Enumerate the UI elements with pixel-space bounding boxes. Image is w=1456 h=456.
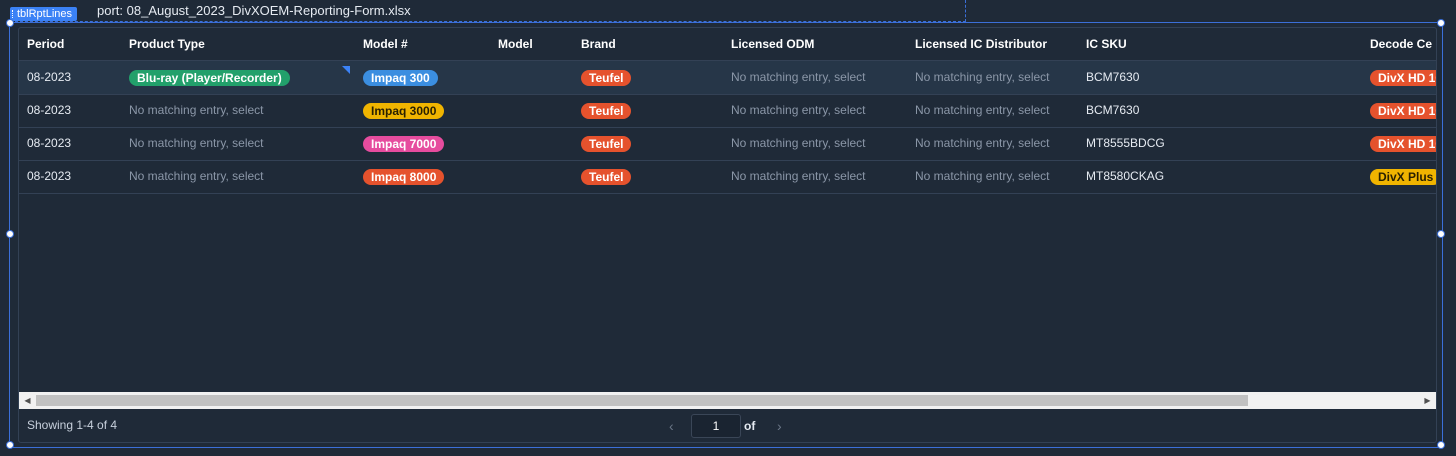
model-number-pill: Impaq 3000 — [363, 102, 445, 119]
product-type-pill: Blu-ray (Player/Recorder) — [129, 69, 290, 86]
ic-sku-cell[interactable]: MT8555BDCG — [1086, 127, 1165, 160]
brand-cell[interactable]: Teufel — [581, 160, 632, 193]
ic-sku-cell[interactable]: BCM7630 — [1086, 61, 1139, 94]
brand-cell[interactable]: Teufel — [581, 61, 632, 94]
component-tag[interactable]: tblRptLines — [10, 7, 78, 21]
resize-handle-bottom-right[interactable] — [1437, 441, 1445, 449]
resize-handle-right[interactable] — [1437, 230, 1445, 238]
model-number-cell[interactable]: Impaq 7000 — [363, 127, 445, 160]
column-header-model-number[interactable]: Model # — [363, 28, 408, 61]
licensed-ic-distributor-cell[interactable]: No matching entry, select — [915, 127, 1050, 160]
brand-pill: Teufel — [581, 135, 632, 152]
period-cell[interactable]: 08-2023 — [27, 94, 71, 127]
model-number-pill: Impaq 8000 — [363, 168, 445, 185]
decode-cert-pill: DivX HD 10 — [1370, 102, 1436, 119]
table-footer: Showing 1-4 of 4 ‹ 1 of 1 › — [19, 409, 1436, 442]
model-number-cell[interactable]: Impaq 8000 — [363, 160, 445, 193]
scroll-left-icon[interactable]: ◀ — [19, 392, 36, 409]
product-type-cell[interactable]: Blu-ray (Player/Recorder) — [129, 61, 290, 94]
column-header-decode-cert[interactable]: Decode Ce — [1370, 28, 1432, 61]
brand-cell[interactable]: Teufel — [581, 94, 632, 127]
table-viewport: Period Product Type Model # Model Brand … — [19, 28, 1436, 392]
column-header-licensed-ic-distributor[interactable]: Licensed IC Distributor — [915, 28, 1047, 61]
ic-sku-cell[interactable]: BCM7630 — [1086, 94, 1139, 127]
licensed-odm-cell[interactable]: No matching entry, select — [731, 61, 866, 94]
brand-pill: Teufel — [581, 69, 632, 86]
decode-cert-cell[interactable]: DivX HD 10 — [1370, 127, 1436, 160]
period-cell[interactable]: 08-2023 — [27, 160, 71, 193]
product-type-cell[interactable]: No matching entry, select — [129, 127, 264, 160]
model-number-pill: Impaq 7000 — [363, 135, 445, 152]
decode-cert-cell[interactable]: DivX HD 10 — [1370, 94, 1436, 127]
column-header-period[interactable]: Period — [27, 28, 64, 61]
product-type-cell[interactable]: No matching entry, select — [129, 160, 264, 193]
table-row[interactable]: 08-2023 No matching entry, select Impaq … — [19, 94, 1436, 128]
decode-cert-pill: DivX HD 10 — [1370, 135, 1436, 152]
period-cell[interactable]: 08-2023 — [27, 61, 71, 94]
table-row[interactable]: 08-2023 Blu-ray (Player/Recorder) Impaq … — [19, 61, 1436, 95]
licensed-ic-distributor-cell[interactable]: No matching entry, select — [915, 94, 1050, 127]
licensed-ic-distributor-cell[interactable]: No matching entry, select — [915, 160, 1050, 193]
brand-pill: Teufel — [581, 102, 632, 119]
column-header-brand[interactable]: Brand — [581, 28, 616, 61]
resize-handle-bottom-left[interactable] — [6, 441, 14, 449]
file-title-strip: port: 08_August_2023_DivXOEM-Reporting-F… — [10, 0, 966, 22]
column-header-ic-sku[interactable]: IC SKU — [1086, 28, 1127, 61]
licensed-odm-cell[interactable]: No matching entry, select — [731, 127, 866, 160]
table-row[interactable]: 08-2023 No matching entry, select Impaq … — [19, 160, 1436, 194]
resize-handle-top-right[interactable] — [1437, 19, 1445, 27]
column-header-licensed-odm[interactable]: Licensed ODM — [731, 28, 814, 61]
model-number-pill: Impaq 300 — [363, 69, 438, 86]
product-type-cell[interactable]: No matching entry, select — [129, 94, 264, 127]
brand-cell[interactable]: Teufel — [581, 127, 632, 160]
table-row[interactable]: 08-2023 No matching entry, select Impaq … — [19, 127, 1436, 161]
chevron-right-icon[interactable]: › — [777, 414, 782, 438]
table-header-row: Period Product Type Model # Model Brand … — [19, 28, 1436, 61]
showing-count: Showing 1-4 of 4 — [27, 418, 118, 432]
scroll-right-icon[interactable]: ▶ — [1419, 392, 1436, 409]
brand-pill: Teufel — [581, 168, 632, 185]
decode-cert-cell[interactable]: DivX HD 10 — [1370, 61, 1436, 94]
licensed-odm-cell[interactable]: No matching entry, select — [731, 160, 866, 193]
period-cell[interactable]: 08-2023 — [27, 127, 71, 160]
ic-sku-cell[interactable]: MT8580CKAG — [1086, 160, 1164, 193]
decode-cert-pill: DivX HD 10 — [1370, 69, 1436, 86]
column-header-product-type[interactable]: Product Type — [129, 28, 205, 61]
horizontal-scrollbar-thumb[interactable] — [36, 395, 1248, 406]
page-number-input[interactable]: 1 — [691, 414, 741, 438]
report-lines-table: Period Product Type Model # Model Brand … — [18, 27, 1437, 443]
horizontal-scrollbar[interactable]: ◀ ▶ — [19, 392, 1436, 409]
file-title: port: 08_August_2023_DivXOEM-Reporting-F… — [97, 3, 411, 18]
column-header-model[interactable]: Model — [498, 28, 533, 61]
model-number-cell[interactable]: Impaq 3000 — [363, 94, 445, 127]
page-total-label: of 1 — [744, 419, 756, 433]
chevron-left-icon[interactable]: ‹ — [669, 414, 674, 438]
decode-cert-pill: DivX Plus — [1370, 168, 1436, 185]
resize-handle-left[interactable] — [6, 230, 14, 238]
model-number-cell[interactable]: Impaq 300 — [363, 61, 438, 94]
decode-cert-cell[interactable]: DivX Plus — [1370, 160, 1436, 193]
licensed-ic-distributor-cell[interactable]: No matching entry, select — [915, 61, 1050, 94]
resize-handle-top-left[interactable] — [6, 19, 14, 27]
cell-note-indicator — [342, 66, 350, 74]
licensed-odm-cell[interactable]: No matching entry, select — [731, 94, 866, 127]
